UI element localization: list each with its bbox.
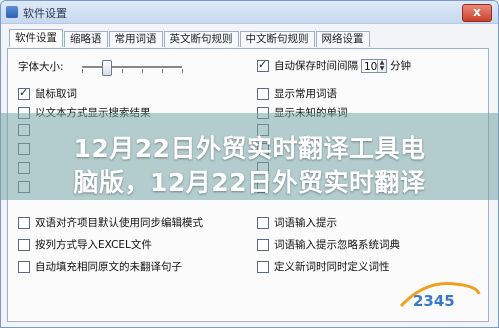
option-import-excel-by-column[interactable]: 按列方式导入EXCEL文件	[18, 237, 152, 252]
checkbox[interactable]	[18, 260, 30, 273]
watermark-text: 2345	[413, 292, 455, 310]
option-define-part-of-speech[interactable]: 定义新词时同时定义词性	[257, 259, 390, 274]
font-size-slider[interactable]	[22, 60, 192, 76]
tab-chinese-split-rules[interactable]: 中文断句规则	[239, 31, 315, 47]
checkbox[interactable]	[257, 87, 269, 100]
option-label: 双语对齐项目默认使用同步编辑模式	[35, 217, 203, 229]
autosave-label: 自动保存时间间隔	[274, 60, 358, 72]
autosave-interval-spinner[interactable]: 10 ▲ ▼	[361, 58, 387, 73]
option-bilingual-sync-edit[interactable]: 双语对齐项目默认使用同步编辑模式	[18, 215, 203, 230]
tab-common-words[interactable]: 常用词语	[108, 31, 163, 47]
slider-tick	[102, 69, 103, 73]
slider-tick	[82, 69, 83, 73]
checkbox[interactable]	[257, 216, 269, 229]
option-label: 鼠标取词	[35, 88, 77, 100]
slider-tick	[142, 69, 143, 73]
title-bar: 软件设置 x	[1, 1, 498, 24]
tab-software-settings[interactable]: 软件设置	[9, 29, 63, 47]
option-label: 定义新词时同时定义词性	[274, 261, 390, 273]
tab-network-settings[interactable]: 网络设置	[315, 31, 370, 47]
option-label: 自动填充相同原文的未翻译句子	[35, 261, 182, 273]
slider-track	[82, 60, 182, 76]
window-title: 软件设置	[23, 7, 67, 20]
option-mouse-pick-word[interactable]: 鼠标取词	[18, 86, 77, 101]
autosave-checkbox[interactable]	[257, 58, 269, 72]
tab-abbreviations[interactable]: 缩略语	[64, 31, 108, 47]
tab-bar: 软件设置 缩略语 常用词语 英文断句规则 中文断句规则 网络设置	[9, 29, 371, 48]
checkbox[interactable]	[257, 238, 269, 251]
option-label: 词语输入提示忽略系统词典	[274, 239, 400, 251]
slider-thumb[interactable]	[102, 60, 112, 76]
watermark-logo: 2345	[399, 281, 481, 310]
option-label: 按列方式导入EXCEL文件	[35, 239, 152, 251]
option-show-common-words[interactable]: 显示常用词语	[257, 86, 337, 101]
headline-line-2: 脑版，12月22日外贸实时翻译	[73, 168, 426, 197]
option-word-input-hint[interactable]: 词语输入提示	[257, 215, 337, 230]
slider-tick	[122, 69, 123, 73]
option-hint-ignore-system-dict[interactable]: 词语输入提示忽略系统词典	[257, 237, 400, 252]
autosave-unit: 分钟	[390, 60, 411, 72]
app-icon	[6, 6, 18, 18]
slider-tick	[162, 69, 163, 73]
option-autofill-untranslated[interactable]: 自动填充相同原文的未翻译句子	[18, 259, 182, 274]
autosave-row: 自动保存时间间隔 10 ▲▼ 分钟	[257, 58, 411, 73]
headline-line-1: 12月22日外贸实时翻译工具电	[73, 134, 426, 163]
checkbox[interactable]	[18, 216, 30, 229]
close-button[interactable]: x	[462, 4, 492, 22]
checkbox[interactable]	[18, 86, 30, 100]
tab-english-split-rules[interactable]: 英文断句规则	[163, 31, 239, 47]
option-label: 词语输入提示	[274, 217, 337, 229]
autosave-interval-value: 10	[364, 60, 378, 73]
checkbox[interactable]	[257, 260, 269, 273]
spinner-arrows-icon[interactable]: ▲ ▼	[377, 59, 386, 72]
headline-banner: 12月22日外贸实时翻译工具电 脑版，12月22日外贸实时翻译	[0, 113, 499, 200]
option-label: 显示常用词语	[274, 88, 337, 100]
slider-tick	[182, 69, 183, 73]
checkbox[interactable]	[18, 238, 30, 251]
